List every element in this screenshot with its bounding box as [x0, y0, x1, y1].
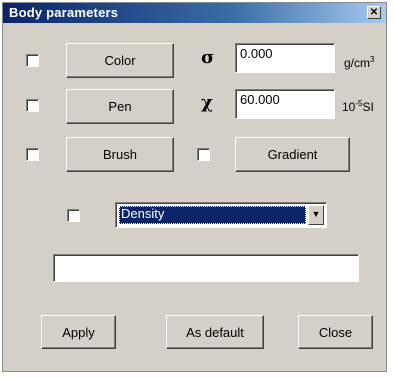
chevron-down-icon[interactable]: ▼: [308, 205, 324, 225]
dialog-title: Body parameters: [9, 5, 119, 20]
color-button[interactable]: Color: [66, 43, 174, 78]
as-default-button[interactable]: As default: [166, 315, 264, 349]
body-parameters-dialog: Body parameters ✕ Color σ 0.000 g/cm3 Pe…: [2, 2, 387, 372]
pen-button[interactable]: Pen: [66, 89, 174, 124]
close-button[interactable]: Close: [298, 315, 373, 349]
expression-input[interactable]: [53, 254, 359, 282]
pen-checkbox[interactable]: [26, 99, 39, 112]
gradient-button[interactable]: Gradient: [235, 137, 350, 172]
close-icon[interactable]: ✕: [367, 6, 381, 19]
susceptibility-input[interactable]: 60.000: [235, 89, 335, 119]
brush-checkbox[interactable]: [26, 148, 39, 161]
apply-button[interactable]: Apply: [41, 315, 116, 349]
susceptibility-symbol: χ: [201, 92, 213, 113]
density-symbol: σ: [201, 47, 215, 68]
susceptibility-unit: 10-5SI: [342, 99, 374, 114]
gradient-checkbox[interactable]: [197, 148, 210, 161]
density-unit: g/cm3: [344, 55, 375, 70]
title-bar[interactable]: Body parameters ✕: [3, 3, 386, 23]
color-checkbox[interactable]: [26, 54, 39, 67]
brush-button[interactable]: Brush: [66, 137, 174, 172]
property-select[interactable]: Density ▼: [115, 202, 327, 228]
property-select-value: Density: [119, 206, 306, 224]
property-checkbox[interactable]: [67, 209, 80, 222]
density-input[interactable]: 0.000: [235, 43, 335, 73]
